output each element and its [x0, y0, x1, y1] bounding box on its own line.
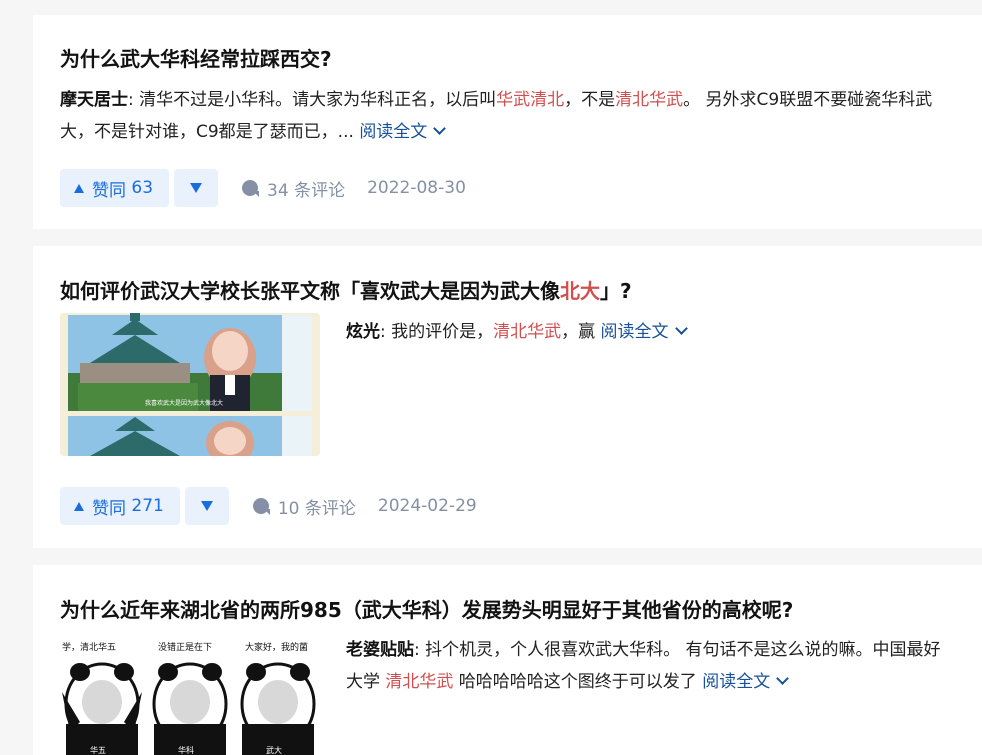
- triangle-up-icon: [74, 183, 84, 193]
- search-highlight: 北大: [560, 279, 600, 303]
- answer-excerpt[interactable]: 老婆贴贴: 抖个机灵，个人很喜欢武大华科。 有句话不是这么说的嘛。中国最好大学 …: [346, 634, 956, 698]
- triangle-down-icon: [200, 501, 213, 511]
- chevron-down-icon: [776, 672, 790, 685]
- answer-actions: 赞同 63 34 条评论 2022-08-30: [60, 169, 466, 207]
- upvote-count: 271: [131, 496, 164, 516]
- answer-card: 如何评价武汉大学校长张平文称「喜欢武大是因为武大像北大」? 我喜欢武大是因为武大…: [33, 246, 982, 548]
- chevron-down-icon: [433, 122, 447, 135]
- meme-caption: 学，清北华五: [62, 641, 116, 653]
- comments-button[interactable]: 10 条评论: [252, 494, 356, 519]
- comment-bubble-icon: [252, 498, 270, 515]
- author-name[interactable]: 炫光: [346, 322, 380, 342]
- question-title[interactable]: 为什么近年来湖北省的两所985（武大华科）发展势头明显好于其他省份的高校呢?: [60, 596, 793, 624]
- comment-bubble-icon: [242, 180, 260, 197]
- search-highlight: 清北华武: [615, 90, 684, 110]
- search-highlight: 华武清北: [496, 90, 565, 110]
- answer-card: 为什么近年来湖北省的两所985（武大华科）发展势头明显好于其他省份的高校呢? 学…: [33, 565, 982, 755]
- upvote-button[interactable]: 赞同 271: [60, 487, 180, 525]
- comments-count: 10 条评论: [277, 498, 356, 519]
- title-text: 」?: [600, 279, 632, 303]
- answer-date: 2024-02-29: [377, 496, 477, 516]
- panda-meme-image: 学，清北华五 没错正是在下 大家好，我的菌 华五 华科 武大: [60, 632, 320, 755]
- answer-card: 为什么武大华科经常拉踩西交? 摩天居士: 清华不过是小华科。请大家为华科正名，以…: [33, 15, 982, 229]
- comments-button[interactable]: 34 条评论: [242, 176, 345, 201]
- question-title[interactable]: 为什么武大华科经常拉踩西交?: [60, 45, 332, 73]
- search-highlight: 清北华武: [385, 672, 454, 692]
- meme-caption: 没错正是在下: [158, 641, 212, 653]
- read-more-link[interactable]: 阅读全文: [702, 672, 790, 692]
- excerpt-text: 我的评价是，: [391, 322, 494, 342]
- upvote-label: 赞同: [92, 498, 126, 519]
- chevron-down-icon: [674, 322, 688, 335]
- author-separator: :: [128, 90, 134, 110]
- read-more-link[interactable]: 阅读全文: [600, 322, 688, 342]
- meme-label: 华科: [178, 745, 194, 755]
- upvote-count: 63: [131, 178, 154, 198]
- excerpt-text: 清华不过是小华科。请大家为华科正名，以后叫: [139, 90, 497, 110]
- read-more-label: 阅读全文: [600, 322, 669, 342]
- answer-thumbnail[interactable]: 我喜欢武大是因为武大像北大: [60, 313, 320, 456]
- author-separator: :: [380, 322, 386, 342]
- answer-excerpt[interactable]: 摩天居士: 清华不过是小华科。请大家为华科正名，以后叫华武清北，不是清北华武。 …: [60, 84, 965, 148]
- question-title[interactable]: 如何评价武汉大学校长张平文称「喜欢武大是因为武大像北大」?: [60, 277, 632, 305]
- read-more-link[interactable]: 阅读全文: [359, 122, 447, 142]
- title-text: 如何评价武汉大学校长张平文称「喜欢武大是因为武大像: [60, 279, 560, 303]
- read-more-label: 阅读全文: [359, 122, 428, 142]
- upvote-button[interactable]: 赞同 63: [60, 169, 170, 207]
- triangle-down-icon: [190, 183, 203, 193]
- author-name[interactable]: 摩天居士: [60, 90, 128, 110]
- excerpt-text: 哈哈哈哈哈这个图终于可以发了: [453, 672, 703, 692]
- answer-feed: 为什么武大华科经常拉踩西交? 摩天居士: 清华不过是小华科。请大家为华科正名，以…: [0, 0, 982, 755]
- meme-caption: 大家好，我的菌: [245, 641, 308, 653]
- meme-label: 武大: [266, 745, 282, 755]
- thumb-caption: 我喜欢武大是因为武大像北大: [145, 399, 223, 407]
- answer-date: 2022-08-30: [367, 178, 466, 198]
- campus-anime-image: 我喜欢武大是因为武大像北大: [60, 313, 320, 456]
- upvote-label: 赞同: [92, 180, 126, 201]
- downvote-button[interactable]: [174, 169, 219, 207]
- downvote-button[interactable]: [184, 487, 229, 525]
- answer-thumbnail[interactable]: 学，清北华五 没错正是在下 大家好，我的菌 华五 华科 武大: [60, 632, 320, 755]
- comments-count: 34 条评论: [267, 180, 346, 201]
- search-highlight: 清北华武: [493, 322, 562, 342]
- answer-excerpt[interactable]: 炫光: 我的评价是，清北华武，赢 阅读全文: [346, 316, 956, 348]
- excerpt-text: ，赢: [561, 322, 601, 342]
- meme-label: 华五: [90, 745, 106, 755]
- read-more-label: 阅读全文: [702, 672, 771, 692]
- excerpt-text: ，不是: [564, 90, 616, 110]
- author-name[interactable]: 老婆贴贴: [346, 640, 414, 660]
- answer-actions: 赞同 271 10 条评论 2024-02-29: [60, 487, 477, 525]
- author-separator: :: [414, 640, 420, 660]
- triangle-up-icon: [74, 501, 84, 511]
